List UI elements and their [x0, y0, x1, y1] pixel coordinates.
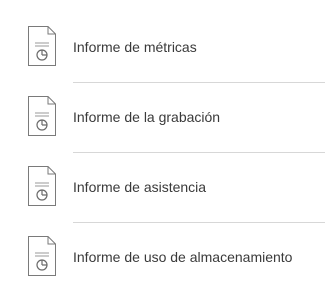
- report-item-asistencia[interactable]: Informe de asistencia: [0, 153, 325, 223]
- report-item-almacenamiento[interactable]: Informe de uso de almacenamiento: [0, 223, 325, 293]
- report-item-metricas[interactable]: Informe de métricas: [0, 13, 325, 83]
- report-label: Informe de uso de almacenamiento: [73, 249, 293, 265]
- report-item-grabacion[interactable]: Informe de la grabación: [0, 83, 325, 153]
- report-chart-icon: [27, 165, 57, 207]
- report-label: Informe de la grabación: [73, 109, 221, 125]
- report-label: Informe de asistencia: [73, 179, 207, 195]
- report-chart-icon: [27, 25, 57, 67]
- report-list: Informe de métricas Informe de la grabac…: [0, 0, 325, 301]
- report-label: Informe de métricas: [73, 39, 197, 55]
- report-chart-icon: [27, 95, 57, 137]
- report-chart-icon: [27, 235, 57, 277]
